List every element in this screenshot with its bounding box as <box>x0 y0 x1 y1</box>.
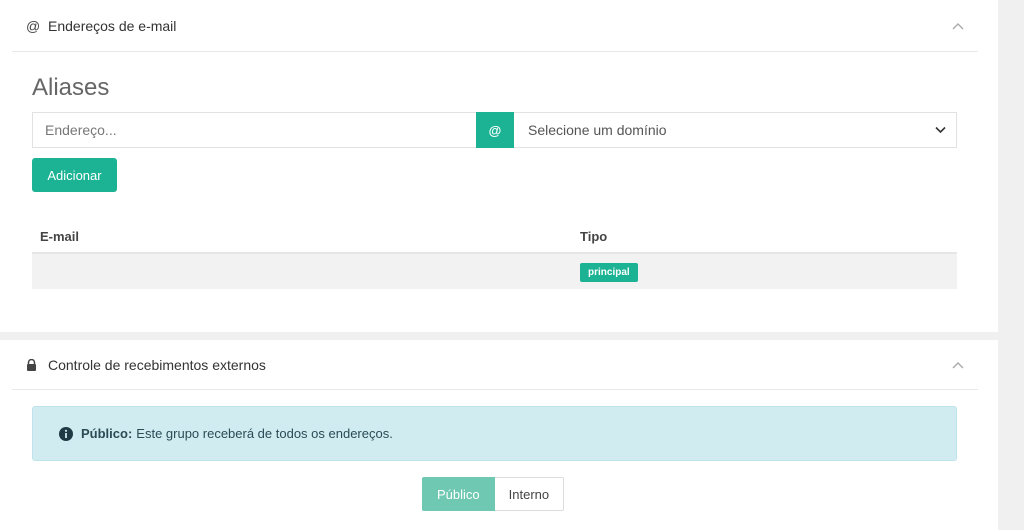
external-panel-header: Controle de recebimentos externos <box>12 340 978 390</box>
email-panel-title: Endereços de e-mail <box>48 17 177 34</box>
chevron-up-icon <box>952 22 964 29</box>
lock-icon <box>26 358 46 371</box>
at-addon: @ <box>476 112 514 148</box>
aliases-table: E-mail Tipo principal <box>32 220 957 289</box>
info-circle-icon <box>59 426 73 441</box>
at-icon: @ <box>26 17 41 34</box>
external-receiving-panel: Controle de recebimentos externos Públic… <box>0 340 998 530</box>
alert-text: Este grupo receberá de todos os endereço… <box>136 426 393 441</box>
option-interno-button[interactable]: Interno <box>494 477 565 511</box>
column-header-email: E-mail <box>40 228 80 244</box>
domain-select-value: Selecione um domínio <box>528 122 667 138</box>
add-alias-button[interactable]: Adicionar <box>32 158 117 192</box>
collapse-email-panel-button[interactable] <box>950 18 966 34</box>
external-panel-title: Controle de recebimentos externos <box>48 356 266 373</box>
info-alert: Público: Este grupo receberá de todos os… <box>32 406 957 461</box>
table-row: principal <box>32 254 957 289</box>
row-tipo: principal <box>580 262 957 282</box>
address-input[interactable] <box>32 112 476 148</box>
column-header-tipo: Tipo <box>580 228 608 244</box>
option-publico-button[interactable]: Público <box>422 477 495 511</box>
aliases-title: Aliases <box>32 74 110 101</box>
email-panel-header: @ Endereços de e-mail <box>12 0 978 52</box>
alert-strong-label: Público: <box>81 426 133 441</box>
receiving-mode-toggle: Público Interno <box>422 477 565 511</box>
alias-input-group: @ Selecione um domínio <box>32 112 957 148</box>
domain-select[interactable]: Selecione um domínio <box>514 112 957 148</box>
email-addresses-panel: @ Endereços de e-mail Aliases @ Selecion… <box>0 0 998 332</box>
type-badge: principal <box>580 262 638 282</box>
collapse-external-panel-button[interactable] <box>950 357 966 373</box>
chevron-down-icon <box>935 126 946 134</box>
chevron-up-icon <box>952 361 964 368</box>
table-header: E-mail Tipo <box>32 220 957 254</box>
